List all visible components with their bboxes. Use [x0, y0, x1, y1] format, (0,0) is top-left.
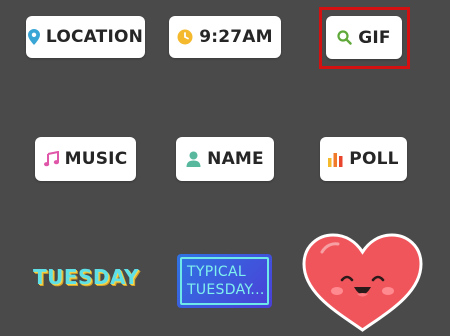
heart-sticker[interactable]	[300, 232, 425, 332]
typical-tuesday-frame: TYPICAL TUESDAY...	[180, 257, 269, 305]
smiling-heart-icon	[302, 233, 423, 332]
person-icon	[186, 151, 201, 167]
music-sticker[interactable]: MUSIC	[35, 137, 136, 181]
poll-label: POLL	[349, 149, 399, 169]
typical-line-1: TYPICAL	[187, 264, 246, 280]
day-sticker[interactable]: TUESDAY	[25, 265, 147, 289]
typical-tuesday-sticker[interactable]: TYPICAL TUESDAY...	[177, 254, 272, 308]
clock-icon	[177, 29, 193, 45]
map-pin-icon	[27, 29, 40, 45]
location-sticker[interactable]: LOCATION	[26, 16, 145, 58]
search-icon	[337, 30, 352, 45]
bar-chart-icon	[328, 151, 343, 167]
typical-line-2: TUESDAY...	[187, 282, 265, 298]
time-label: 9:27AM	[199, 27, 273, 47]
time-sticker[interactable]: 9:27AM	[169, 16, 281, 58]
gif-sticker[interactable]: GIF	[326, 16, 402, 59]
gif-label: GIF	[358, 27, 391, 48]
name-sticker[interactable]: NAME	[176, 137, 274, 181]
name-label: NAME	[207, 149, 264, 169]
poll-sticker[interactable]: POLL	[320, 137, 407, 181]
location-label: LOCATION	[45, 27, 144, 47]
music-note-icon	[43, 151, 59, 167]
music-label: MUSIC	[64, 149, 128, 169]
